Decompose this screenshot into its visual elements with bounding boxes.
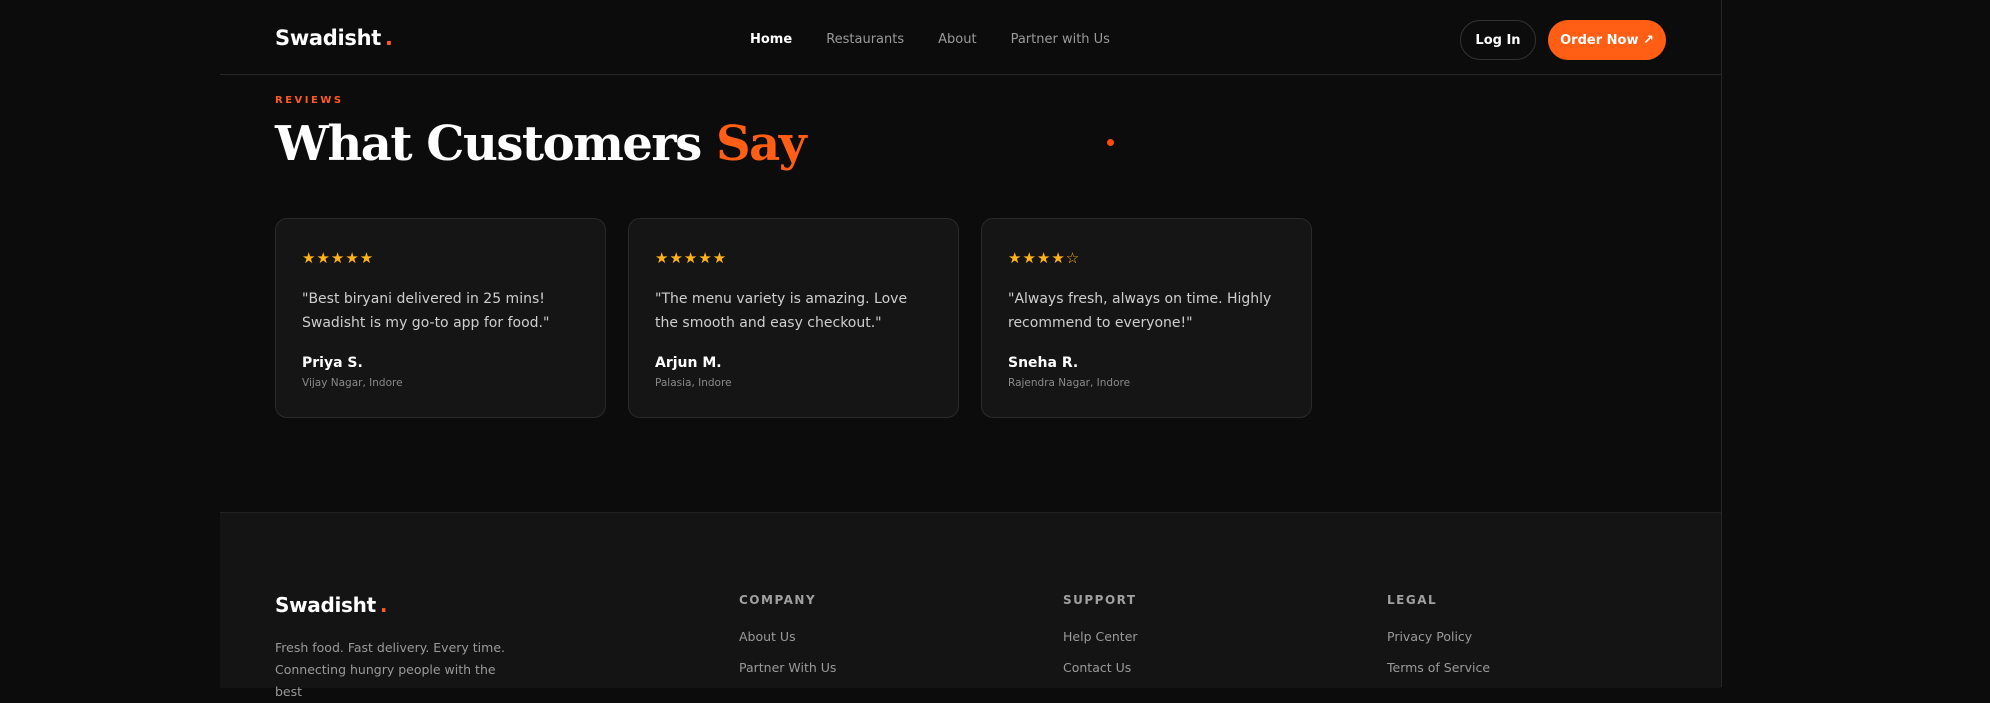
footer-tagline: Fresh food. Fast delivery. Every time. C…: [275, 640, 505, 699]
review-card: ★★★★★ "The menu variety is amazing. Love…: [628, 218, 959, 418]
footer-column-title: COMPANY: [739, 593, 817, 607]
footer-link-help-center[interactable]: Help Center: [1063, 629, 1138, 644]
footer-brand-dot: .: [379, 593, 388, 617]
reviewer-location: Rajendra Nagar, Indore: [1008, 377, 1131, 389]
site-footer: Swadisht. Fresh food. Fast delivery. Eve…: [220, 512, 1721, 699]
footer-link-terms[interactable]: Terms of Service: [1387, 660, 1490, 675]
footer-logo[interactable]: Swadisht.: [275, 593, 387, 617]
nav-about[interactable]: About: [938, 32, 976, 47]
footer-link-partner[interactable]: Partner With Us: [739, 660, 836, 675]
section-title-main: What Customers: [275, 116, 702, 172]
footer-link-privacy[interactable]: Privacy Policy: [1387, 629, 1490, 644]
review-quote: "Always fresh, always on time. Highly re…: [1008, 291, 1272, 331]
page-frame: Swadisht. Home Restaurants About Partner…: [220, 0, 1722, 699]
nav-home[interactable]: Home: [750, 32, 792, 47]
footer-link-contact-us[interactable]: Contact Us: [1063, 660, 1138, 675]
decorative-dot: [1107, 139, 1114, 146]
brand-dot: .: [385, 26, 393, 50]
brand-logo[interactable]: Swadisht.: [275, 26, 393, 50]
footer-column-support: SUPPORT Help Center Contact Us: [1063, 593, 1138, 675]
review-card: ★★★★☆ "Always fresh, always on time. Hig…: [981, 218, 1312, 418]
reviewer-name: Arjun M.: [655, 355, 722, 371]
nav-partner[interactable]: Partner with Us: [1011, 32, 1110, 47]
star-rating: ★★★★☆: [1008, 249, 1081, 267]
footer-column-title: LEGAL: [1387, 593, 1438, 607]
reviewer-location: Vijay Nagar, Indore: [302, 377, 403, 389]
footer-column-company: COMPANY About Us Partner With Us: [739, 593, 836, 675]
footer-column-legal: LEGAL Privacy Policy Terms of Service: [1387, 593, 1490, 675]
order-now-button[interactable]: Order Now ↗: [1548, 20, 1666, 60]
reviewer-name: Priya S.: [302, 355, 363, 371]
review-card: ★★★★★ "Best biryani delivered in 25 mins…: [275, 218, 606, 418]
section-eyebrow: REVIEWS: [275, 95, 344, 106]
footer-brand-name: Swadisht: [275, 593, 376, 617]
login-button[interactable]: Log In: [1460, 20, 1536, 60]
reviewer-name: Sneha R.: [1008, 355, 1079, 371]
star-rating: ★★★★★: [302, 249, 375, 267]
review-quote: "Best biryani delivered in 25 mins! Swad…: [302, 291, 550, 331]
nav-restaurants[interactable]: Restaurants: [826, 32, 904, 47]
review-quote: "The menu variety is amazing. Love the s…: [655, 291, 908, 331]
section-title: What Customers Say: [275, 116, 807, 172]
reviewer-location: Palasia, Indore: [655, 377, 732, 389]
star-rating: ★★★★★: [655, 249, 728, 267]
main-nav: Home Restaurants About Partner with Us: [750, 32, 1110, 47]
footer-link-about-us[interactable]: About Us: [739, 629, 836, 644]
section-title-accent: Say: [715, 116, 807, 172]
brand-name: Swadisht: [275, 26, 382, 50]
site-header: Swadisht. Home Restaurants About Partner…: [220, 0, 1721, 75]
footer-column-title: SUPPORT: [1063, 593, 1137, 607]
